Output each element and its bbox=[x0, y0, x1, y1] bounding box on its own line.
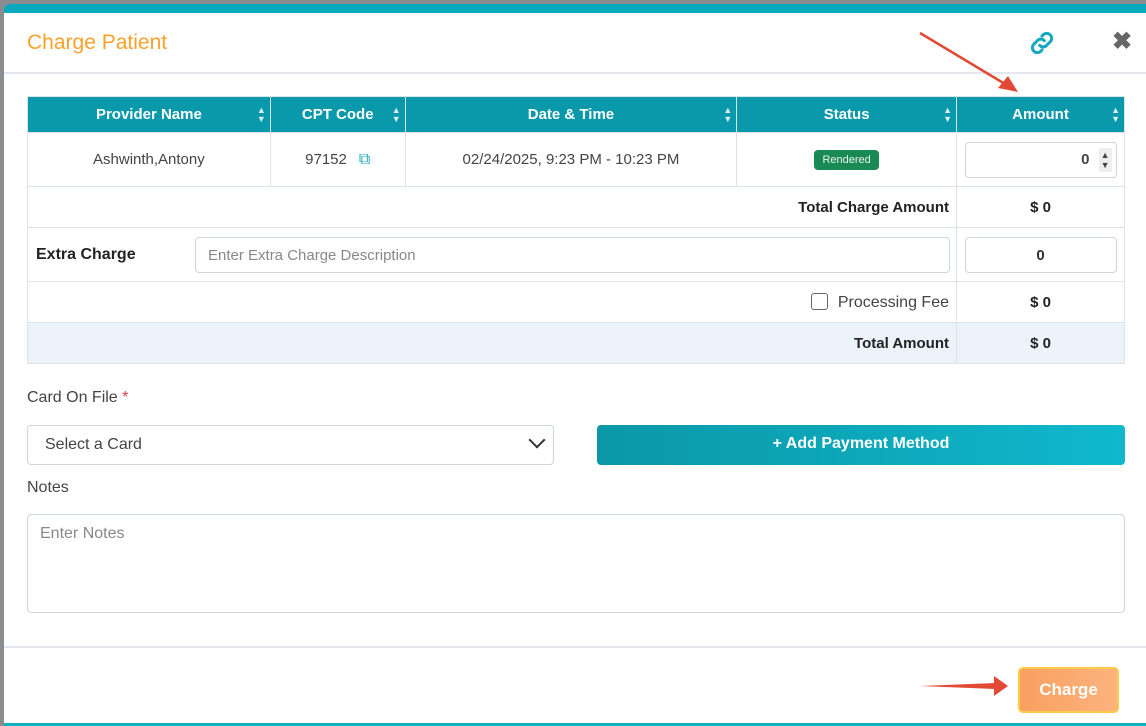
processing-fee-checkbox[interactable] bbox=[810, 292, 828, 310]
date-time: 02/24/2025, 9:23 PM - 10:23 PM bbox=[404, 132, 738, 187]
header-cpt-code[interactable]: CPT Code ▲ ▼ bbox=[269, 96, 406, 133]
notes-label: Notes bbox=[27, 479, 69, 496]
total-amount-value: $ 0 bbox=[956, 322, 1125, 364]
header-date-time[interactable]: Date & Time ▲ ▼ bbox=[404, 96, 738, 133]
extra-charge-amount-input[interactable]: 0 bbox=[964, 236, 1117, 273]
sort-icon[interactable]: ▲ ▼ bbox=[943, 106, 952, 124]
card-on-file-label: Card On File * bbox=[27, 389, 129, 406]
total-amount-label: Total Amount bbox=[27, 322, 957, 364]
footer-divider bbox=[4, 646, 1146, 648]
chevron-down-icon bbox=[528, 431, 546, 449]
charge-button[interactable]: Charge bbox=[1018, 667, 1119, 713]
header-amount[interactable]: Amount ▲ ▼ bbox=[956, 96, 1125, 133]
header-divider bbox=[4, 72, 1146, 74]
amount-input[interactable]: 0 ▲ ▼ bbox=[964, 141, 1117, 178]
header-provider-name[interactable]: Provider Name ▲ ▼ bbox=[27, 96, 271, 133]
table-row: Ashwinth,Antony 97152 ⧉ 02/24/2025, 9:23 … bbox=[27, 132, 1125, 187]
card-select[interactable]: Select a Card bbox=[27, 425, 554, 465]
sort-icon[interactable]: ▲ ▼ bbox=[1111, 106, 1120, 124]
close-icon[interactable]: ✖ bbox=[1112, 27, 1132, 56]
processing-fee-value: $ 0 bbox=[956, 281, 1125, 323]
notes-textarea[interactable]: Enter Notes bbox=[27, 514, 1125, 613]
stepper-icon[interactable]: ▲ ▼ bbox=[1098, 147, 1112, 172]
external-link-icon[interactable]: ⧉ bbox=[359, 151, 370, 168]
extra-charge-description-input[interactable]: Enter Extra Charge Description bbox=[195, 236, 950, 273]
total-charge-label: Total Charge Amount bbox=[27, 186, 957, 228]
provider-name: Ashwinth,Antony bbox=[27, 132, 271, 187]
extra-charge-label: Extra Charge bbox=[36, 245, 136, 263]
status-badge: Rendered bbox=[814, 149, 879, 170]
sort-icon[interactable]: ▲ ▼ bbox=[392, 106, 401, 124]
cpt-code: 97152 bbox=[305, 150, 347, 168]
charges-table: Provider Name ▲ ▼ CPT Code ▲ ▼ Date & Time ▲ ▼… bbox=[27, 96, 1125, 364]
sort-icon[interactable]: ▲ ▼ bbox=[723, 106, 732, 124]
total-charge-value: $ 0 bbox=[956, 186, 1125, 228]
header-status[interactable]: Status ▲ ▼ bbox=[736, 96, 957, 133]
add-payment-method-button[interactable]: + Add Payment Method bbox=[597, 425, 1125, 465]
modal-title: Charge Patient bbox=[27, 31, 168, 54]
charge-patient-modal: Charge Patient ✖ Provider Name ▲ ▼ CPT Cod… bbox=[4, 4, 1146, 726]
sort-icon[interactable]: ▲ ▼ bbox=[257, 106, 266, 124]
link-icon[interactable] bbox=[1028, 29, 1056, 57]
processing-fee-label: Processing Fee bbox=[837, 293, 949, 311]
